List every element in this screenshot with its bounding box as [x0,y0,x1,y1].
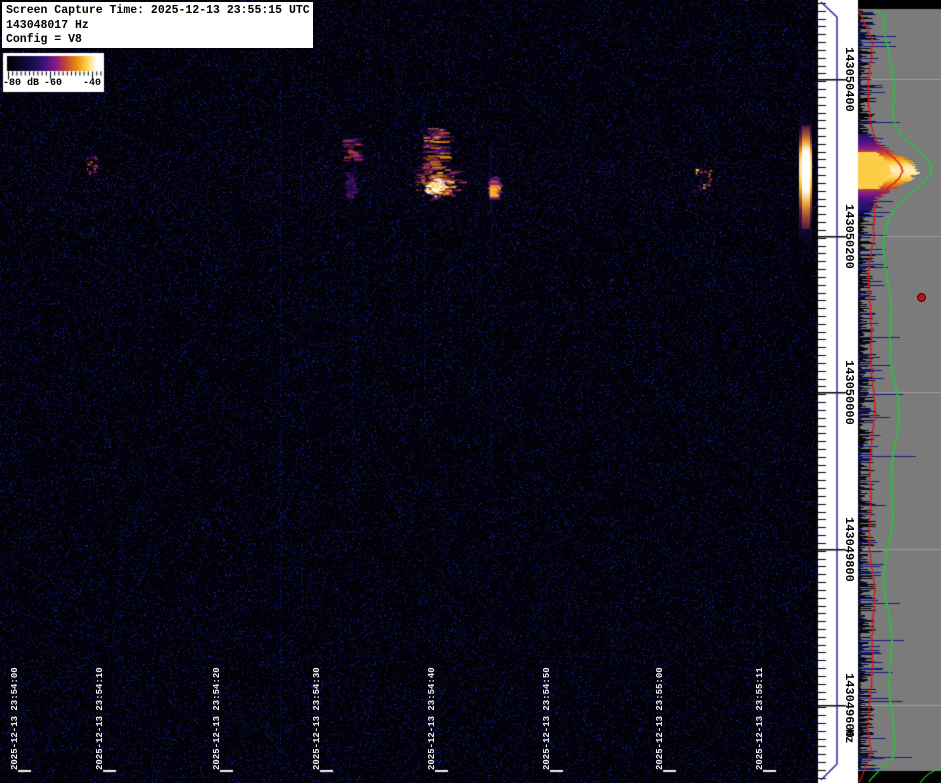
waterfall-spectrum-canvas [0,0,941,783]
frequency-axis-label: 143049800 [842,517,856,582]
time-axis-label: 2025-12-13 23:54:00 [10,667,20,770]
spectrogram-screen: Screen Capture Time: 2025-12-13 23:55:15… [0,0,941,783]
colorbar-label: -40 [83,78,101,89]
frequency-axis-label: 143050000 [842,360,856,425]
time-axis-label: 2025-12-13 23:55:00 [655,667,665,770]
frequency-axis-unit: Hz [842,729,856,743]
center-frequency-text: 143048017 Hz [6,19,313,34]
capture-time-text: Screen Capture Time: 2025-12-13 23:55:15… [6,4,313,19]
frequency-axis-label: 143050200 [842,204,856,269]
time-axis-label: 2025-12-13 23:54:50 [542,667,552,770]
time-axis-label: 2025-12-13 23:54:10 [95,667,105,770]
marker-dot [917,293,926,302]
colorbar-label: -60 [44,78,62,89]
time-axis-label: 2025-12-13 23:54:40 [427,667,437,770]
time-axis-label: 2025-12-13 23:55:11 [755,667,765,770]
frequency-axis-label: 143049600 [842,673,856,738]
colorbar-label: -80 dB [3,78,39,89]
time-axis-label: 2025-12-13 23:54:20 [212,667,222,770]
capture-info-panel: Screen Capture Time: 2025-12-13 23:55:15… [2,2,313,48]
config-text: Config = V8 [6,33,313,48]
time-axis-label: 2025-12-13 23:54:30 [312,667,322,770]
frequency-axis-label: 143050400 [842,47,856,112]
